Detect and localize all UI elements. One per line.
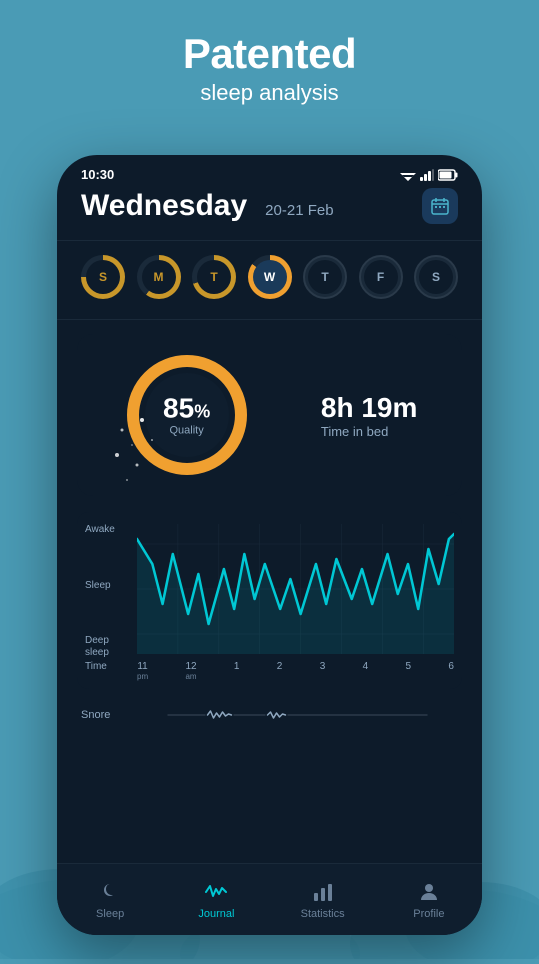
nav-sleep-label: Sleep <box>96 908 124 920</box>
nav-profile[interactable]: Profile <box>376 872 482 928</box>
x-label-12am: 12 am <box>185 661 196 681</box>
day-S1[interactable]: S <box>81 255 125 299</box>
nav-sleep[interactable]: Sleep <box>57 872 163 928</box>
sleep-line-chart <box>137 524 454 654</box>
time-axis-row: Time 11 pm 12 am 1 2 <box>85 661 454 681</box>
battery-icon <box>438 169 458 181</box>
current-day: Wednesday <box>81 189 247 223</box>
graph-area <box>137 524 454 659</box>
nav-journal-label: Journal <box>198 908 234 920</box>
time-axis-label: Time <box>85 661 137 681</box>
x-axis-labels: 11 pm 12 am 1 2 3 <box>137 661 454 681</box>
date-range: 20-21 Feb <box>265 202 333 219</box>
calendar-icon <box>431 197 449 215</box>
time-in-bed: 8h 19m Time in bed <box>321 391 418 440</box>
x-label-3: 3 <box>320 661 326 681</box>
quality-percent: 85% <box>163 394 210 425</box>
week-selector[interactable]: S M T W T F S <box>77 255 462 299</box>
sleep-nav-icon <box>98 880 122 904</box>
user-icon <box>418 881 440 903</box>
profile-nav-icon <box>417 880 441 904</box>
nav-statistics-label: Statistics <box>301 908 345 920</box>
status-time: 10:30 <box>81 167 114 182</box>
wifi-icon <box>400 169 416 181</box>
phone-content: Wednesday 20-21 Feb S <box>57 188 482 731</box>
time-label: Time in bed <box>321 424 418 439</box>
app-tagline-sub: sleep analysis <box>0 80 539 106</box>
y-label-awake: Awake <box>85 524 129 536</box>
x-label-2: 2 <box>277 661 283 681</box>
snore-label: Snore <box>81 709 133 721</box>
nav-journal[interactable]: Journal <box>163 872 269 928</box>
x-label-1: 1 <box>234 661 240 681</box>
x-label-5: 5 <box>405 661 411 681</box>
bottom-nav: Sleep Journal Statistics <box>57 863 482 935</box>
calendar-button[interactable] <box>422 188 458 224</box>
journal-nav-icon <box>204 880 228 904</box>
day-W[interactable]: W <box>248 255 292 299</box>
moon-icon <box>99 881 121 903</box>
bar-chart-icon <box>312 881 334 903</box>
y-label-sleep: Sleep <box>85 580 129 592</box>
quality-label: Quality <box>163 424 210 436</box>
day-T2[interactable]: T <box>303 255 347 299</box>
statistics-nav-icon <box>311 880 335 904</box>
status-icons <box>400 169 458 181</box>
activity-icon <box>205 881 227 903</box>
phone-frame: 10:30 <box>57 155 482 935</box>
snore-row: Snore <box>81 699 462 731</box>
sleep-stats: 85% Quality 8h 19m Time in bed <box>77 334 462 496</box>
snore-waveform <box>133 705 462 725</box>
header-area: Patented sleep analysis <box>0 30 539 106</box>
day-S2[interactable]: S <box>414 255 458 299</box>
day-M[interactable]: M <box>137 255 181 299</box>
app-tagline-bold: Patented <box>0 30 539 78</box>
x-label-4: 4 <box>363 661 369 681</box>
separator-2 <box>57 319 482 320</box>
status-bar: 10:30 <box>57 155 482 188</box>
separator-1 <box>57 240 482 241</box>
day-T1[interactable]: T <box>192 255 236 299</box>
sleep-graph: Awake Sleep Deepsleep <box>77 512 462 689</box>
y-label-deep: Deepsleep <box>85 635 129 659</box>
day-header: Wednesday 20-21 Feb <box>77 188 462 224</box>
y-axis-labels: Awake Sleep Deepsleep <box>85 524 137 659</box>
quality-text: 85% Quality <box>163 394 210 437</box>
x-label-6: 6 <box>448 661 454 681</box>
day-F[interactable]: F <box>359 255 403 299</box>
time-value: 8h 19m <box>321 391 418 425</box>
nav-statistics[interactable]: Statistics <box>270 872 376 928</box>
nav-profile-label: Profile <box>413 908 444 920</box>
signal-icon <box>420 169 434 181</box>
x-label-11pm: 11 pm <box>137 661 148 681</box>
quality-ring: 85% Quality <box>122 350 252 480</box>
graph-labels: Awake Sleep Deepsleep <box>85 524 454 659</box>
